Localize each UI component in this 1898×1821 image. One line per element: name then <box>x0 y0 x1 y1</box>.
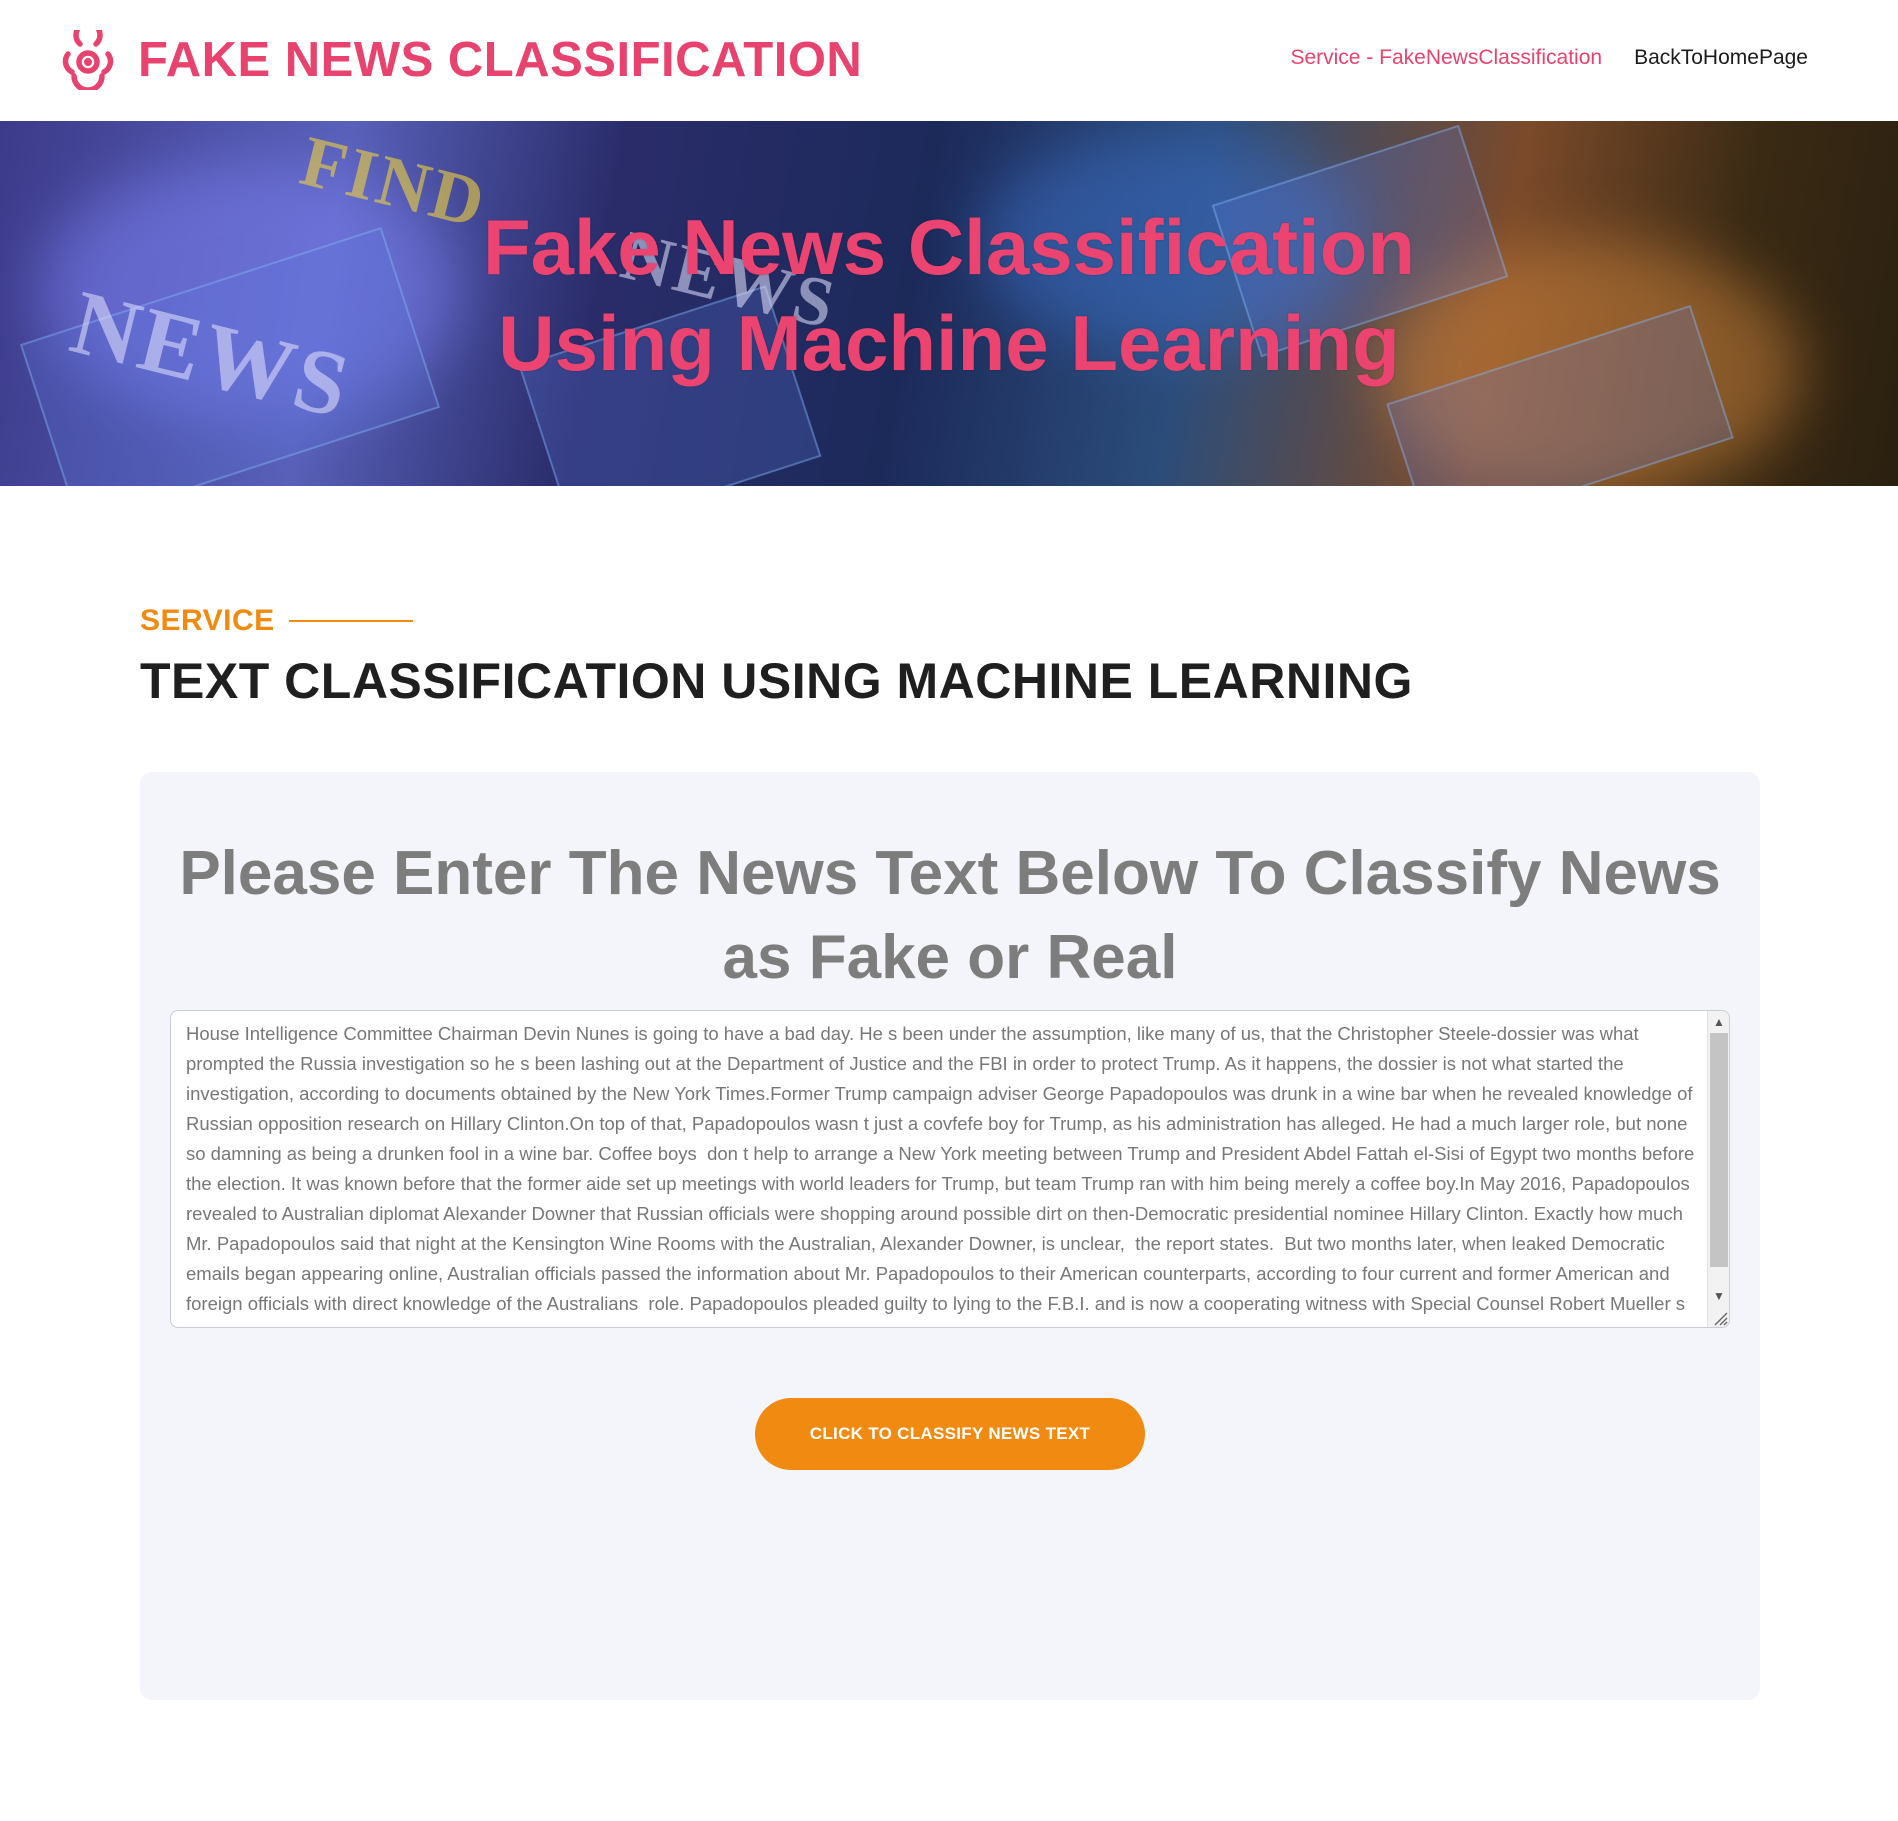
hero-title-line2: Using Machine Learning <box>498 299 1400 387</box>
news-text-input[interactable]: House Intelligence Committee Chairman De… <box>170 1010 1730 1328</box>
site-title: FAKE NEWS CLASSIFICATION <box>138 33 863 87</box>
section-title: TEXT CLASSIFICATION USING MACHINE LEARNI… <box>140 653 1413 709</box>
classification-card: Please Enter The News Text Below To Clas… <box>140 772 1760 1700</box>
nav-back-to-home[interactable]: BackToHomePage <box>1634 46 1808 70</box>
resize-grip-icon[interactable] <box>1710 1308 1728 1326</box>
textarea-scrollbar[interactable]: ▲ ▼ <box>1707 1011 1729 1327</box>
hero-title: Fake News Classification Using Machine L… <box>0 199 1898 391</box>
site-logo[interactable]: FAKE NEWS CLASSIFICATION <box>58 30 862 90</box>
hero-title-line1: Fake News Classification <box>482 203 1416 291</box>
eyebrow-label: SERVICE <box>140 604 275 637</box>
classify-button[interactable]: CLICK TO CLASSIFY NEWS TEXT <box>755 1398 1145 1470</box>
main-nav: Service - FakeNewsClassification BackToH… <box>1290 46 1808 70</box>
hero-banner: NEWS NEWS FIND Fake News Classification … <box>0 121 1898 486</box>
eyebrow-divider <box>288 620 413 622</box>
scroll-thumb[interactable] <box>1710 1033 1728 1267</box>
site-header: FAKE NEWS CLASSIFICATION Service - FakeN… <box>0 0 1898 121</box>
scroll-down-icon[interactable]: ▼ <box>1708 1287 1729 1305</box>
card-title: Please Enter The News Text Below To Clas… <box>179 839 1721 992</box>
section-eyebrow: SERVICE <box>140 604 413 638</box>
biohazard-icon <box>62 30 114 90</box>
nav-service[interactable]: Service - FakeNewsClassification <box>1290 46 1602 70</box>
news-text-value[interactable]: House Intelligence Committee Chairman De… <box>186 1019 1698 1327</box>
scroll-up-icon[interactable]: ▲ <box>1708 1013 1729 1031</box>
